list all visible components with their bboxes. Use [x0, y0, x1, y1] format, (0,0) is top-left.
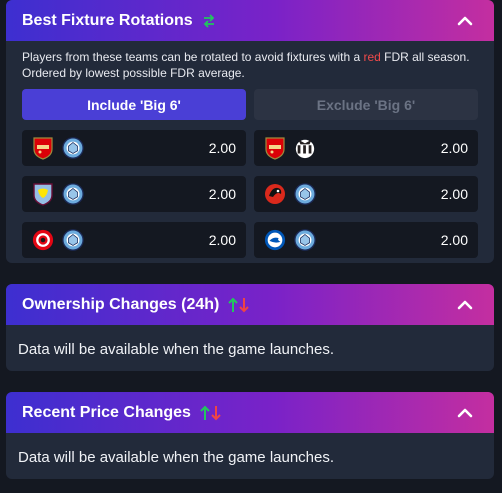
price-changes-title: Recent Price Changes	[22, 403, 191, 421]
rotation-card[interactable]: 2.00	[254, 176, 478, 212]
rotation-card[interactable]: 2.00	[22, 176, 246, 212]
big6-tabs: Include 'Big 6' Exclude 'Big 6'	[6, 81, 494, 120]
rotation-avg-fdr: 2.00	[440, 232, 468, 248]
red-fdr-text: red	[363, 50, 381, 64]
rotation-avg-fdr: 2.00	[208, 186, 236, 202]
rotation-card[interactable]: 2.00	[254, 222, 478, 258]
fixture-rotations-panel: Best Fixture Rotations Players from thes…	[6, 0, 494, 263]
fixture-rotations-title: Best Fixture Rotations	[22, 11, 193, 29]
fixture-rotations-header[interactable]: Best Fixture Rotations	[6, 0, 494, 41]
collapse-toggle-button[interactable]	[452, 292, 478, 318]
ownership-placeholder-message: Data will be available when the game lau…	[18, 341, 335, 358]
brentford-crest-icon	[32, 229, 54, 251]
rotation-avg-fdr: 2.00	[208, 232, 236, 248]
newcastle-crest-icon	[295, 139, 315, 159]
ownership-changes-panel: Ownership Changes (24h) Data will be ava…	[6, 284, 494, 371]
ownership-changes-title: Ownership Changes (24h)	[22, 295, 220, 313]
price-changes-panel: Recent Price Changes Data will be availa…	[6, 392, 494, 479]
arsenal-crest-icon	[265, 137, 285, 160]
tab-exclude-big6[interactable]: Exclude 'Big 6'	[254, 89, 478, 120]
tab-include-big6[interactable]: Include 'Big 6'	[22, 89, 246, 120]
rotation-avg-fdr: 2.00	[208, 140, 236, 156]
price-changes-placeholder-message: Data will be available when the game lau…	[18, 449, 335, 466]
collapse-toggle-button[interactable]	[452, 8, 478, 34]
rotation-avg-fdr: 2.00	[440, 186, 468, 202]
chevron-up-icon	[457, 16, 473, 25]
up-down-arrows-icon	[228, 297, 250, 312]
rotation-card[interactable]: 2.00	[22, 222, 246, 258]
rotation-grid: 2.00 2.00 2.00 2.00 2.00 2.00	[6, 120, 494, 258]
rotation-avg-fdr: 2.00	[440, 140, 468, 156]
fixture-rotations-description: Players from these teams can be rotated …	[22, 50, 470, 80]
man-city-crest-icon	[62, 137, 84, 159]
brighton-crest-icon	[264, 229, 286, 251]
man-city-crest-icon	[62, 229, 84, 251]
chevron-up-icon	[457, 408, 473, 417]
rotation-card[interactable]: 2.00	[22, 130, 246, 166]
arsenal-crest-icon	[33, 137, 53, 160]
collapse-toggle-button[interactable]	[452, 400, 478, 426]
bournemouth-crest-icon	[265, 184, 285, 204]
aston-villa-crest-icon	[33, 183, 53, 206]
rotation-card[interactable]: 2.00	[254, 130, 478, 166]
man-city-crest-icon	[62, 183, 84, 205]
man-city-crest-icon	[294, 183, 316, 205]
man-city-crest-icon	[294, 229, 316, 251]
swap-arrows-icon	[203, 13, 214, 28]
up-down-arrows-icon	[200, 405, 221, 420]
chevron-up-icon	[457, 300, 473, 309]
price-changes-header[interactable]: Recent Price Changes	[6, 392, 494, 433]
ownership-changes-header[interactable]: Ownership Changes (24h)	[6, 284, 494, 325]
